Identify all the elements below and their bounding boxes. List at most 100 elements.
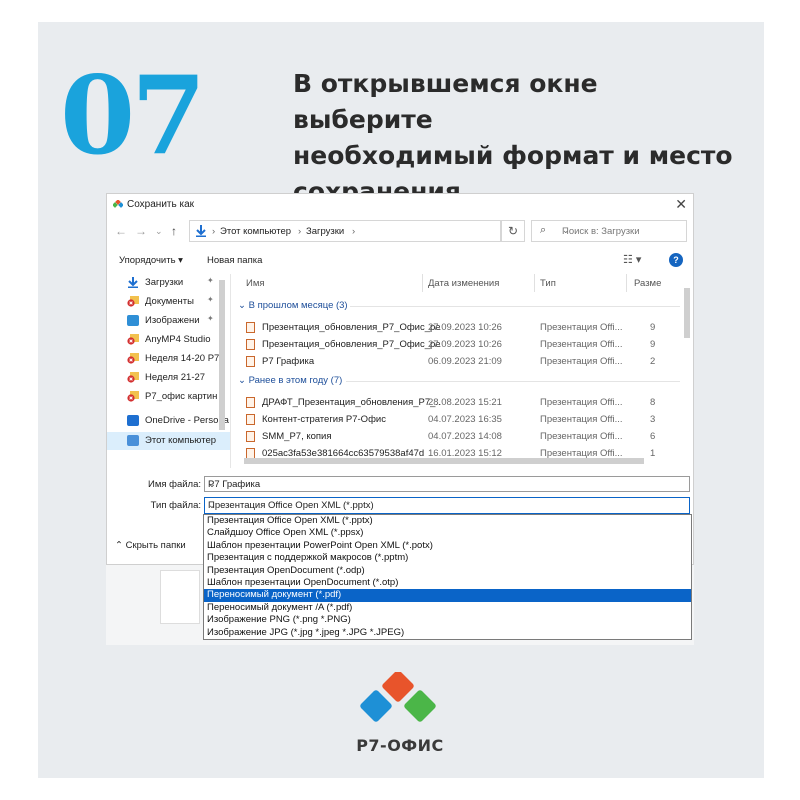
error-icon: [127, 296, 139, 307]
group-header[interactable]: ⌄ В прошлом месяце (3): [238, 300, 348, 311]
chevron-down-icon[interactable]: ⌄: [208, 500, 685, 511]
sidebar-item-label: Неделя 21-27: [145, 372, 206, 383]
app-icon: [113, 200, 123, 208]
scroll-thumb[interactable]: [244, 458, 644, 464]
file-type-option[interactable]: Изображение JPG (*.jpg *.jpeg *.JPG *.JP…: [204, 627, 691, 639]
presentation-file-icon: [246, 397, 255, 408]
file-type-option[interactable]: Шаблон презентации PowerPoint Open XML (…: [204, 540, 691, 552]
organize-button[interactable]: Упорядочить ▾: [119, 255, 183, 266]
file-type-option[interactable]: Переносимый документ (*.pdf): [204, 589, 691, 602]
pin-icon[interactable]: ✦: [207, 276, 214, 285]
table-row[interactable]: SMM_Р7, копия 04.07.2023 14:08 Презентация…: [234, 428, 684, 445]
file-type-option[interactable]: Изображение PNG (*.png *.PNG): [204, 614, 691, 626]
sidebar-item[interactable]: Изображени ✦: [107, 312, 230, 330]
help-button[interactable]: ?: [669, 253, 683, 267]
sidebar-item[interactable]: Неделя 21-27: [107, 369, 230, 387]
file-type-option[interactable]: Слайдшоу Office Open XML (*.ppsx): [204, 527, 691, 539]
new-folder-button[interactable]: Новая папка: [207, 255, 262, 266]
column-date[interactable]: Дата изменения: [428, 278, 499, 289]
group-title: В прошлом месяце (3): [248, 300, 348, 311]
file-name: Контент-стратегия Р7-Офис: [262, 414, 386, 425]
chevron-right-icon: ›: [352, 226, 356, 237]
recent-chevron-icon[interactable]: ⌄: [155, 226, 163, 237]
file-type: Презентация Offi...: [540, 414, 623, 425]
horizontal-scrollbar[interactable]: [234, 456, 690, 466]
pictures-icon: [127, 315, 139, 326]
file-size: 6: [650, 431, 656, 442]
file-type-dropdown-list: Презентация Office Open XML (*.pptx) Слай…: [203, 514, 692, 640]
group-divider: [350, 306, 680, 307]
file-type: Презентация Offi...: [540, 322, 623, 333]
sidebar-scrollbar[interactable]: [219, 280, 225, 430]
back-arrow-icon[interactable]: ←: [115, 224, 127, 238]
sidebar-item-label: Загрузки: [145, 277, 184, 288]
file-name-label: Имя файла:: [147, 479, 201, 490]
column-type[interactable]: Тип: [540, 278, 556, 289]
dialog-title: Сохранить как: [127, 199, 195, 210]
presentation-file-icon: [246, 339, 255, 350]
sidebar-item[interactable]: Этот компьютер: [107, 432, 230, 450]
file-type-option[interactable]: Шаблон презентации OpenDocument (*.otp): [204, 577, 691, 589]
sidebar-item[interactable]: Неделя 14-20 Р7: [107, 350, 230, 368]
close-button[interactable]: ✕: [675, 196, 687, 213]
table-row[interactable]: ДРАФТ_Презентация_обновления_Р7_... 28.08…: [234, 394, 684, 411]
hide-folders-button[interactable]: ⌃ Скрыть папки: [115, 540, 186, 551]
chevron-down-icon[interactable]: ⌄: [208, 479, 685, 490]
group-header[interactable]: ⌄ Ранее в этом году (7): [238, 375, 342, 386]
headline: В открывшемся окне выберите необходимый …: [293, 66, 733, 210]
dialog-toolbar: Упорядочить ▾ Новая папка ☷ ▾ ?: [107, 252, 693, 272]
file-list: Имя Дата изменения Тип Разме ⌄ В прошлом…: [234, 274, 690, 470]
breadcrumb-downloads[interactable]: Загрузки: [306, 226, 344, 237]
file-type-option[interactable]: Переносимый документ /A (*.pdf): [204, 602, 691, 614]
file-size: 9: [650, 339, 656, 350]
sidebar-item-label: Документы: [145, 296, 194, 307]
table-row[interactable]: Контент-стратегия Р7-Офис 04.07.2023 16:3…: [234, 411, 684, 428]
sidebar-item[interactable]: AnyMP4 Studio: [107, 331, 230, 349]
download-icon: [196, 225, 206, 237]
pin-icon[interactable]: ✦: [207, 314, 214, 323]
pin-icon[interactable]: ✦: [207, 295, 214, 304]
view-options-icon[interactable]: ☷ ▾: [623, 253, 641, 266]
file-date: 04.07.2023 14:08: [428, 431, 502, 442]
file-name-input[interactable]: Р7 Графика ⌄: [204, 476, 690, 492]
hide-folders-label: Скрыть папки: [125, 540, 186, 551]
chevron-down-icon: ⌄: [238, 300, 249, 311]
refresh-button[interactable]: ↻: [501, 220, 525, 242]
error-icon: [127, 334, 139, 345]
file-type-option[interactable]: Презентация OpenDocument (*.odp): [204, 565, 691, 577]
headline-line-1: В открывшемся окне выберите: [293, 69, 598, 134]
column-name[interactable]: Имя: [246, 278, 265, 289]
table-row[interactable]: Презентация_обновления_Р7_Офис_ре... 27.0…: [234, 319, 684, 336]
sidebar-item[interactable]: Загрузки ✦: [107, 274, 230, 292]
computer-icon: [127, 435, 139, 446]
sidebar-item[interactable]: Документы ✦: [107, 293, 230, 311]
chevron-right-icon: ›: [298, 226, 302, 237]
forward-arrow-icon[interactable]: →: [135, 224, 147, 238]
presentation-file-icon: [246, 414, 255, 425]
search-input[interactable]: ⌕ Поиск в: Загрузки: [531, 220, 687, 242]
sidebar-item[interactable]: Р7_офис картин: [107, 388, 230, 406]
file-name: ДРАФТ_Презентация_обновления_Р7_...: [262, 397, 440, 408]
sidebar-item[interactable]: OneDrive - Persona: [107, 412, 230, 430]
column-size[interactable]: Разме: [634, 278, 661, 289]
group-divider: [346, 381, 680, 382]
file-type-option[interactable]: Презентация с поддержкой макросов (*.ppt…: [204, 552, 691, 564]
scroll-thumb[interactable]: [684, 288, 690, 338]
search-icon: ⌕: [540, 224, 547, 236]
step-number: 07: [60, 53, 206, 179]
file-type: Презентация Offi...: [540, 356, 623, 367]
file-name: SMM_Р7, копия: [262, 431, 332, 442]
vertical-scrollbar[interactable]: [683, 280, 691, 454]
up-arrow-icon[interactable]: ↑: [171, 224, 177, 238]
file-size: 3: [650, 414, 656, 425]
table-row[interactable]: Р7 Графика 06.09.2023 21:09 Презентация Of…: [234, 353, 684, 370]
address-bar[interactable]: › Этот компьютер › Загрузки › ⌄: [189, 220, 570, 242]
table-row[interactable]: Презентация_обновления_Р7_Офис_ре... 27.0…: [234, 336, 684, 353]
breadcrumb-computer[interactable]: Этот компьютер: [220, 226, 291, 237]
file-date: 27.09.2023 10:26: [428, 339, 502, 350]
file-type-select[interactable]: Презентация Office Open XML (*.pptx) ⌄: [204, 497, 690, 514]
sidebar-item-label: Этот компьютер: [145, 435, 217, 446]
presentation-file-icon: [246, 356, 255, 367]
file-type-option[interactable]: Презентация Office Open XML (*.pptx): [204, 515, 691, 527]
presentation-file-icon: [246, 322, 255, 333]
